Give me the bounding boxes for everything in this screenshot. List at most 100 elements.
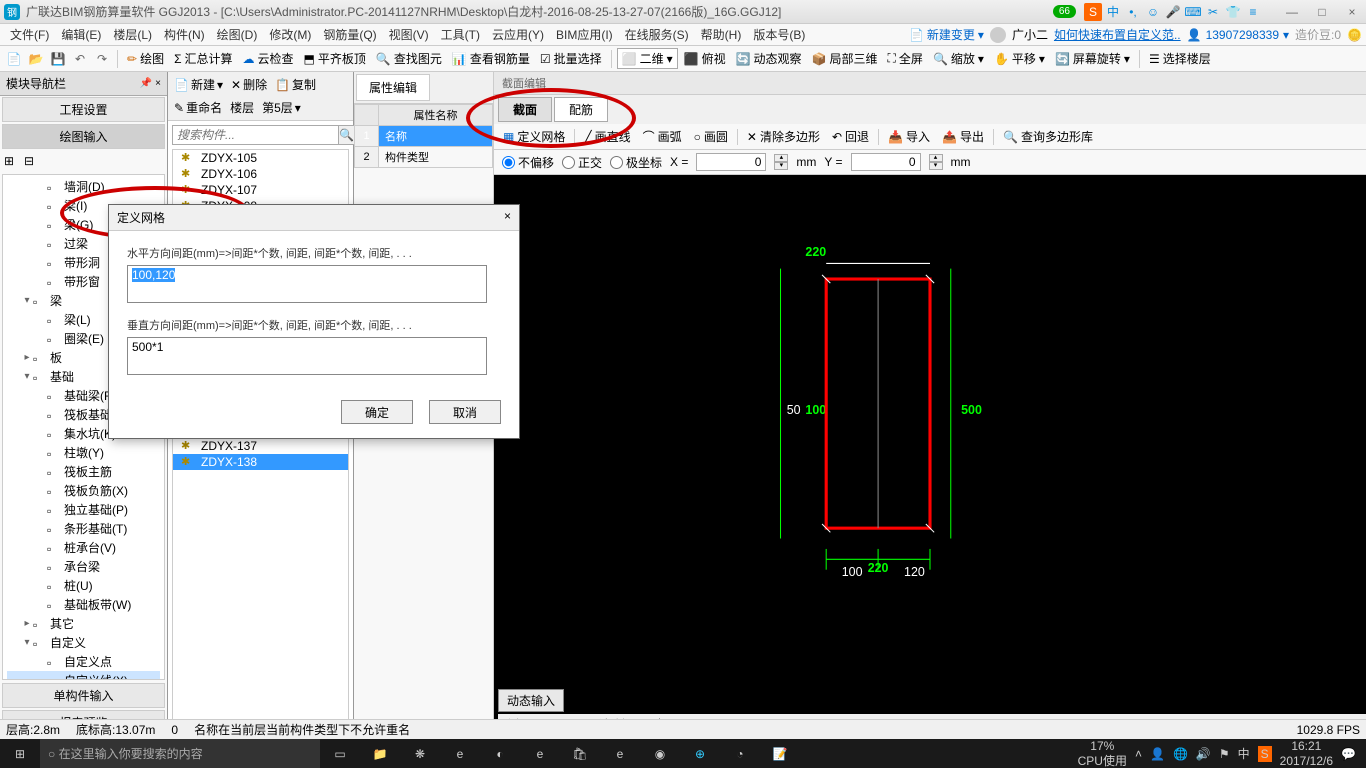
expand-icon[interactable]: ⊞ xyxy=(4,154,18,168)
component-item[interactable]: ZDYX-137 xyxy=(173,438,348,454)
edge-icon[interactable]: e xyxy=(440,739,480,768)
close-button[interactable]: × xyxy=(1342,5,1362,19)
nav-tab-single[interactable]: 单构件输入 xyxy=(2,683,165,708)
draw-circle-button[interactable]: ○画圆 xyxy=(691,127,731,146)
component-item[interactable]: ZDYX-107 xyxy=(173,182,348,198)
nav-tab-draw[interactable]: 绘图输入 xyxy=(2,124,165,149)
local-3d-button[interactable]: 📦局部三维 xyxy=(808,48,882,69)
tree-node[interactable]: ▫自定义点 xyxy=(7,652,160,671)
store-icon[interactable]: 🛍 xyxy=(560,739,600,768)
start-button[interactable]: ⊞ xyxy=(0,739,40,768)
export-button[interactable]: 📤导出 xyxy=(939,127,987,146)
view-mode-select[interactable]: ⬜二维▾ xyxy=(617,48,678,69)
define-grid-button[interactable]: ▦定义网格 xyxy=(500,127,568,146)
query-poly-button[interactable]: 🔍查询多边形库 xyxy=(1000,127,1096,146)
menu-modify[interactable]: 修改(M) xyxy=(263,24,317,45)
ie-icon-2[interactable]: e xyxy=(600,739,640,768)
no-offset-radio[interactable]: 不偏移 xyxy=(502,154,554,171)
component-item[interactable]: ZDYX-106 xyxy=(173,166,348,182)
folder-icon[interactable]: 📁 xyxy=(360,739,400,768)
minimize-button[interactable]: — xyxy=(1282,5,1302,19)
redo-icon[interactable]: ↷ xyxy=(92,49,112,69)
ime-lang-icon[interactable]: 中 xyxy=(1104,3,1122,21)
new-component-button[interactable]: 📄新建▾ xyxy=(172,75,225,94)
dialog-close-button[interactable]: × xyxy=(504,209,511,226)
ime-smile-icon[interactable]: ☺ xyxy=(1144,3,1162,21)
menu-edit[interactable]: 编辑(E) xyxy=(55,24,107,45)
save-icon[interactable]: 💾 xyxy=(48,49,68,69)
menu-online[interactable]: 在线服务(S) xyxy=(619,24,695,45)
v-spacing-input[interactable]: 500*1 xyxy=(127,337,487,375)
tree-node[interactable]: ▫自定义线(X) xyxy=(7,671,160,680)
section-canvas[interactable]: 220 500 50 100 xyxy=(494,175,1366,736)
prop-row-name[interactable]: 名称 xyxy=(379,126,493,147)
dynamic-view-button[interactable]: 🔄动态观察 xyxy=(732,48,806,69)
search-input[interactable] xyxy=(172,125,339,145)
draw-arc-button[interactable]: ⌒画弧 xyxy=(640,127,685,146)
tab-rebar[interactable]: 配筋 xyxy=(554,97,608,122)
app-icon-2[interactable]: ◐ xyxy=(480,739,520,768)
open-file-icon[interactable]: 📂 xyxy=(26,49,46,69)
tree-node[interactable]: ▫承台梁 xyxy=(7,557,160,576)
user-phone[interactable]: 👤13907298339▾ xyxy=(1187,28,1289,42)
ok-button[interactable]: 确定 xyxy=(341,400,413,424)
tray-network-icon[interactable]: 🌐 xyxy=(1173,747,1188,761)
user-avatar-icon[interactable] xyxy=(990,27,1006,43)
rename-component-button[interactable]: ✎重命名 xyxy=(172,98,224,117)
tree-node[interactable]: ▫桩承台(V) xyxy=(7,538,160,557)
tray-flag-icon[interactable]: ⚑ xyxy=(1219,747,1230,761)
dynamic-input-button[interactable]: 动态输入 xyxy=(498,689,564,712)
component-item[interactable]: ZDYX-105 xyxy=(173,150,348,166)
undo-icon[interactable]: ↶ xyxy=(70,49,90,69)
y-spinner[interactable]: ▴▾ xyxy=(929,154,943,170)
menu-draw[interactable]: 绘图(D) xyxy=(211,24,264,45)
tree-node[interactable]: ▫桩(U) xyxy=(7,576,160,595)
app-icon-5[interactable]: ◔ xyxy=(720,739,760,768)
tree-node[interactable]: ▸▫其它 xyxy=(7,614,160,633)
x-input[interactable] xyxy=(696,153,766,171)
ime-menu-icon[interactable]: ≡ xyxy=(1244,3,1262,21)
ime-sogou-icon[interactable]: S xyxy=(1084,3,1102,21)
tip-link[interactable]: 如何快速布置自定义范.. xyxy=(1054,26,1181,43)
cancel-button[interactable]: 取消 xyxy=(429,400,501,424)
app-icon-6[interactable]: 📝 xyxy=(760,739,800,768)
tray-ime-icon[interactable]: 中 xyxy=(1238,745,1250,762)
tree-node[interactable]: ▫筏板主筋 xyxy=(7,462,160,481)
import-button[interactable]: 📥导入 xyxy=(885,127,933,146)
property-tab[interactable]: 属性编辑 xyxy=(356,74,430,101)
tab-section[interactable]: 截面 xyxy=(498,97,552,122)
menu-help[interactable]: 帮助(H) xyxy=(695,24,748,45)
new-change-button[interactable]: 📄新建变更▾ xyxy=(909,26,984,43)
taskbar-search[interactable]: ○ 在这里输入你要搜索的内容 xyxy=(40,739,320,768)
pin-icon[interactable]: 📌 × xyxy=(140,78,161,89)
new-file-icon[interactable]: 📄 xyxy=(4,49,24,69)
x-spinner[interactable]: ▴▾ xyxy=(774,154,788,170)
app-icon-1[interactable]: ❋ xyxy=(400,739,440,768)
tree-node[interactable]: ▫独立基础(P) xyxy=(7,500,160,519)
tray-up-icon[interactable]: ˄ xyxy=(1135,747,1142,761)
draw-line-button[interactable]: ╱画直线 xyxy=(581,127,633,146)
collapse-icon[interactable]: ⊟ xyxy=(24,154,38,168)
menu-cloud[interactable]: 云应用(Y) xyxy=(486,24,550,45)
y-input[interactable] xyxy=(851,153,921,171)
ime-tool-icon[interactable]: ✂ xyxy=(1204,3,1222,21)
nav-tab-project[interactable]: 工程设置 xyxy=(2,97,165,122)
menu-file[interactable]: 文件(F) xyxy=(4,24,55,45)
tree-node[interactable]: ▫基础板带(W) xyxy=(7,595,160,614)
zoom-button[interactable]: 🔍缩放▾ xyxy=(929,48,988,69)
tree-node[interactable]: ▫条形基础(T) xyxy=(7,519,160,538)
tree-node[interactable]: ▫柱墩(Y) xyxy=(7,443,160,462)
delete-component-button[interactable]: ✕删除 xyxy=(229,75,269,94)
task-view-icon[interactable]: ▭ xyxy=(320,739,360,768)
ime-mic-icon[interactable]: 🎤 xyxy=(1164,3,1182,21)
clear-poly-button[interactable]: ✕清除多边形 xyxy=(744,127,823,146)
tree-node[interactable]: ▫筏板负筋(X) xyxy=(7,481,160,500)
maximize-button[interactable]: □ xyxy=(1312,5,1332,19)
align-top-button[interactable]: ⬒平齐板顶 xyxy=(300,48,370,69)
tray-people-icon[interactable]: 👤 xyxy=(1150,747,1165,761)
ime-keyboard-icon[interactable]: ⌨ xyxy=(1184,3,1202,21)
menu-tools[interactable]: 工具(T) xyxy=(435,24,486,45)
fullscreen-button[interactable]: ⛶全屏 xyxy=(884,48,927,69)
find-view-button[interactable]: 🔍查找图元 xyxy=(372,48,446,69)
sum-button[interactable]: Σ汇总计算 xyxy=(170,48,236,69)
